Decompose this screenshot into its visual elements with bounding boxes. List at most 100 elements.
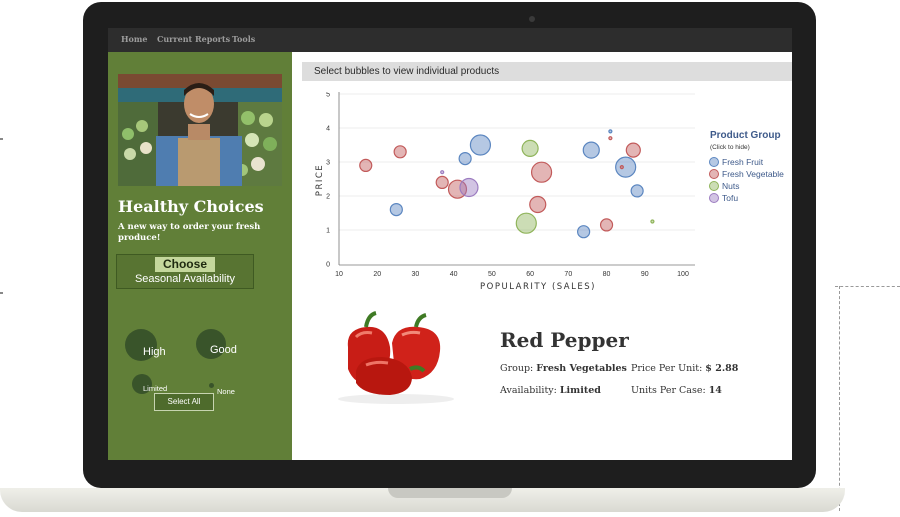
legend-title: Product Group <box>710 130 781 141</box>
hero-photo <box>118 74 282 186</box>
bubble-nuts[interactable] <box>521 139 539 158</box>
x-tick-labels: 10 20 30 40 50 60 70 80 90 100 <box>335 271 689 278</box>
product-price: Price Per Unit: $ 2.88 <box>631 363 738 374</box>
y-tick-label: 3 <box>326 160 330 167</box>
x-tick-label: 50 <box>488 271 496 278</box>
product-name: Red Pepper <box>500 328 629 352</box>
bubble-chart: 0 1 2 3 4 5 10 20 30 40 50 60 70 80 90 100 PRICE POPUL… <box>315 92 785 292</box>
nav-current-reports[interactable]: Current Reports <box>157 34 230 44</box>
x-tick-label: 80 <box>603 271 611 278</box>
legend-label-nuts: Nuts <box>722 181 739 191</box>
main-panel: Select bubbles to view individual produc… <box>292 52 792 460</box>
choose-label: Choose <box>155 257 215 272</box>
availability-high-label[interactable]: High <box>143 346 166 358</box>
availability-limited-label[interactable]: Limited <box>143 384 167 393</box>
y-tick-label: 4 <box>326 126 330 133</box>
bubble-fresh-vegetable[interactable] <box>619 164 624 170</box>
x-tick-label: 90 <box>641 271 649 278</box>
legend-hint: (Click to hide) <box>710 144 750 151</box>
dashed-guide-horizontal <box>835 286 900 287</box>
product-price-value: $ 2.88 <box>705 363 739 374</box>
top-navigation: Home Current Reports Tools <box>108 28 792 52</box>
y-tick-label: 0 <box>326 262 330 269</box>
bubble-nuts[interactable] <box>650 219 655 224</box>
bubble-fresh-vegetable[interactable] <box>393 145 407 159</box>
bubble-fresh-vegetable[interactable] <box>599 218 614 232</box>
y-tick-label: 5 <box>326 92 330 99</box>
x-tick-label: 70 <box>564 271 572 278</box>
product-group-value: Fresh Vegetables <box>536 363 627 374</box>
legend-item-tofu[interactable]: Tofu <box>709 193 739 203</box>
bubble-fresh-fruit[interactable] <box>608 129 613 134</box>
availability-none-bubble[interactable] <box>209 383 214 388</box>
bubble-nuts[interactable] <box>515 212 537 234</box>
instruction-text: Select bubbles to view individual produc… <box>314 66 500 77</box>
bubble-fresh-fruit[interactable] <box>458 151 472 166</box>
legend-item-fresh-vegetable[interactable]: Fresh Vegetable <box>709 169 785 179</box>
seasonal-availability-label: Seasonal Availability <box>134 273 236 285</box>
edge-mark <box>0 138 3 140</box>
nav-home[interactable]: Home <box>121 34 147 44</box>
product-availability-value: Limited <box>559 385 601 396</box>
bubble-fresh-vegetable[interactable] <box>625 142 641 158</box>
legend-label-fresh-fruit: Fresh Fruit <box>722 157 764 167</box>
bubble-tofu[interactable] <box>459 177 479 198</box>
bubble-fresh-fruit[interactable] <box>469 134 492 156</box>
y-tick-labels: 0 1 2 3 4 5 <box>326 92 330 269</box>
sidebar-subtitle: A new way to order your fresh produce! <box>118 222 261 243</box>
legend-label-fresh-vegetable: Fresh Vegetable <box>722 169 784 179</box>
edge-mark <box>0 292 3 294</box>
x-axis-title: POPULARITY (SALES) <box>480 282 596 292</box>
x-tick-label: 10 <box>335 271 343 278</box>
camera-icon <box>529 16 535 22</box>
product-group-label: Group: <box>500 363 534 374</box>
bubble-fresh-fruit[interactable] <box>630 184 644 198</box>
legend: Product Group (Click to hide) Fresh Frui… <box>709 130 785 203</box>
laptop-notch <box>388 488 512 498</box>
availability-selector: Choose Seasonal Availability <box>116 254 254 289</box>
x-tick-label: 100 <box>677 271 689 278</box>
legend-item-fresh-fruit[interactable]: Fresh Fruit <box>709 157 764 167</box>
legend-swatch-fresh-vegetable <box>709 169 719 179</box>
bubble-fresh-fruit[interactable] <box>577 225 591 239</box>
x-tick-label: 30 <box>412 271 420 278</box>
bubble-fresh-vegetable[interactable] <box>359 158 373 173</box>
product-units-value: 14 <box>708 385 722 396</box>
product-availability-label: Availability: <box>500 385 557 396</box>
bubble-fresh-fruit[interactable] <box>615 156 637 178</box>
sidebar: Healthy Choices A new way to order your … <box>108 52 292 460</box>
bubble-fresh-vegetable[interactable] <box>435 175 449 190</box>
x-tick-label: 20 <box>373 271 381 278</box>
legend-swatch-fresh-fruit <box>709 157 719 167</box>
bubble-tofu[interactable] <box>440 170 445 175</box>
product-availability: Availability: Limited <box>500 385 601 396</box>
nav-tools[interactable]: Tools <box>232 34 255 44</box>
product-units-label: Units Per Case: <box>631 385 706 396</box>
bubble-fresh-fruit[interactable] <box>582 141 600 159</box>
bubble-fresh-vegetable[interactable] <box>529 195 547 214</box>
bubble-fresh-vegetable[interactable] <box>608 136 613 141</box>
dashed-guide-vertical <box>839 286 840 511</box>
legend-item-nuts[interactable]: Nuts <box>709 181 740 191</box>
product-photo <box>326 307 466 407</box>
product-group: Group: Fresh Vegetables <box>500 363 627 374</box>
legend-swatch-tofu <box>709 193 719 203</box>
availability-none-label[interactable]: None <box>217 387 235 396</box>
app-screen: Home Current Reports Tools Healthy Choic… <box>108 28 792 460</box>
availability-good-label[interactable]: Good <box>210 344 237 356</box>
product-units: Units Per Case: 14 <box>631 385 722 396</box>
bubble-fresh-fruit[interactable] <box>389 202 403 217</box>
chart-bubbles <box>359 129 655 239</box>
legend-swatch-nuts <box>709 181 719 191</box>
x-tick-label: 40 <box>450 271 458 278</box>
y-tick-label: 2 <box>326 194 330 201</box>
legend-label-tofu: Tofu <box>722 193 738 203</box>
select-all-button[interactable]: Select All <box>154 393 214 411</box>
x-tick-label: 60 <box>526 271 534 278</box>
instruction-bar: Select bubbles to view individual produc… <box>302 62 792 81</box>
y-tick-label: 1 <box>326 228 330 235</box>
sidebar-title: Healthy Choices <box>118 197 264 216</box>
bubble-fresh-vegetable[interactable] <box>530 161 553 183</box>
y-axis-title: PRICE <box>315 164 325 196</box>
product-price-label: Price Per Unit: <box>631 363 703 374</box>
